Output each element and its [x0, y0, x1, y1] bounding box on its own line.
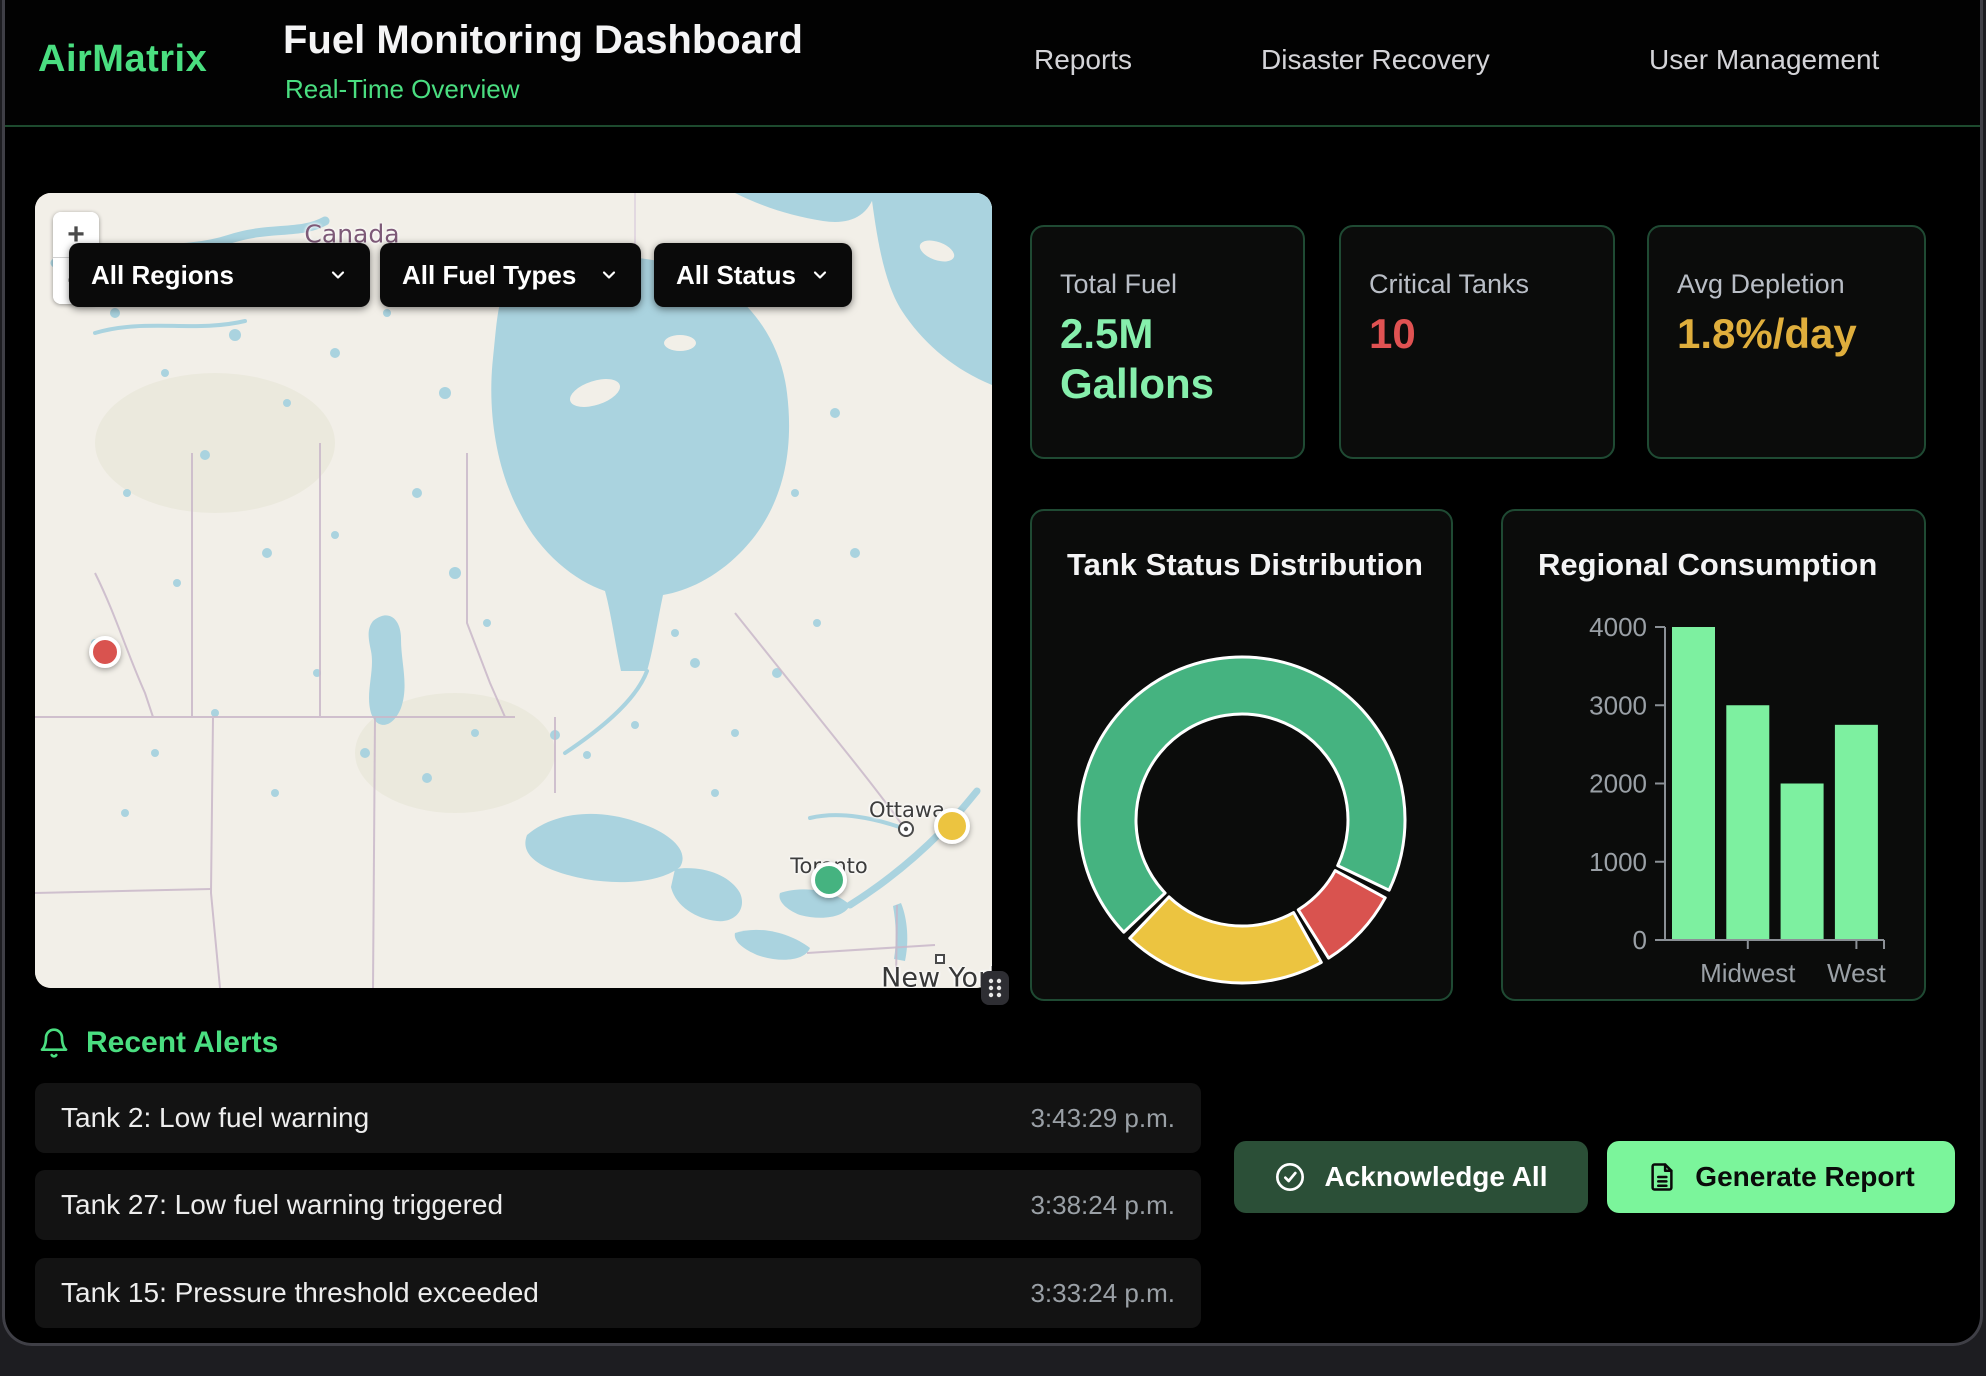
generate-report-button[interactable]: Generate Report — [1607, 1141, 1955, 1213]
page-title: Fuel Monitoring Dashboard — [283, 18, 803, 63]
kpi-card-critical-tanks: Critical Tanks 10 — [1339, 225, 1615, 459]
alert-message: Tank 27: Low fuel warning triggered — [61, 1189, 503, 1221]
donut-segment-warning — [1130, 897, 1322, 983]
map-label-new-york: New York — [881, 963, 992, 989]
tank-marker-warning[interactable] — [934, 808, 970, 844]
alert-row[interactable]: Tank 27: Low fuel warning triggered 3:38:… — [35, 1170, 1201, 1240]
page-subtitle: Real-Time Overview — [285, 74, 520, 105]
y-tick-label: 2000 — [1589, 769, 1647, 799]
kpi-value: 1.8%/​day — [1677, 309, 1887, 359]
y-tick-label: 3000 — [1589, 690, 1647, 720]
tank-marker-critical[interactable] — [89, 636, 121, 668]
acknowledge-all-label: Acknowledge All — [1324, 1161, 1547, 1193]
regional-consumption-bar-chart: 0 1000 2000 3000 4000 Midwest West — [1503, 511, 1928, 999]
app-header: AirMatrix Fuel Monitoring Dashboard Real… — [2, 0, 1983, 127]
bell-icon — [38, 1026, 70, 1060]
bar-West — [1835, 725, 1878, 940]
map-panel[interactable]: Canada OttawaTorontoNew York + − All Reg… — [35, 193, 992, 988]
kpi-value: 2.5M Gallons — [1060, 309, 1270, 408]
alerts-title: Recent Alerts — [86, 1026, 278, 1060]
kpi-value: 10 — [1369, 309, 1579, 359]
alert-message: Tank 15: Pressure threshold exceeded — [61, 1277, 539, 1309]
regional-consumption-card: Regional Consumption 01000200030004000Mi… — [1501, 509, 1926, 1001]
alert-timestamp: 3:43:29 p.m. — [1030, 1103, 1175, 1134]
filter-value: All Regions — [91, 260, 234, 291]
bar-region-3 — [1781, 784, 1824, 941]
tank-status-donut-chart — [1032, 571, 1455, 1003]
chevron-down-icon — [328, 265, 348, 285]
grip-dots-icon — [984, 974, 1006, 1002]
regions-filter-select[interactable]: All Regions — [69, 243, 370, 307]
kpi-card-avg-depletion: Avg Depletion 1.8%/​day — [1647, 225, 1926, 459]
x-tick-label: Midwest — [1700, 958, 1796, 988]
alert-row[interactable]: Tank 15: Pressure threshold exceeded 3:33… — [35, 1258, 1201, 1328]
check-circle-icon — [1274, 1161, 1306, 1193]
alert-timestamp: 3:38:24 p.m. — [1030, 1190, 1175, 1221]
bar-Midwest — [1726, 705, 1769, 940]
alert-message: Tank 2: Low fuel warning — [61, 1102, 369, 1134]
map-label-ottawa: Ottawa — [869, 798, 945, 822]
y-tick-label: 1000 — [1589, 847, 1647, 877]
generate-report-label: Generate Report — [1695, 1161, 1914, 1193]
y-tick-label: 0 — [1633, 925, 1647, 955]
bar-region-1 — [1672, 627, 1715, 940]
chevron-down-icon — [810, 265, 830, 285]
chevron-down-icon — [599, 265, 619, 285]
document-icon — [1647, 1161, 1677, 1193]
dashboard-root: AirMatrix Fuel Monitoring Dashboard Real… — [0, 0, 1986, 1376]
alert-row[interactable]: Tank 2: Low fuel warning 3:43:29 p.m. — [35, 1083, 1201, 1153]
kpi-card-total-fuel: Total Fuel 2.5M Gallons — [1030, 225, 1305, 459]
ottawa-town-icon — [899, 822, 913, 836]
nav-user-management[interactable]: User Management — [1649, 44, 1879, 76]
filter-value: All Fuel Types — [402, 260, 576, 291]
acknowledge-all-button[interactable]: Acknowledge All — [1234, 1141, 1588, 1213]
status-filter-select[interactable]: All Status — [654, 243, 852, 307]
tank-marker-normal[interactable] — [811, 862, 847, 898]
filter-value: All Status — [676, 260, 796, 291]
alerts-header: Recent Alerts — [38, 1026, 278, 1060]
kpi-label: Critical Tanks — [1369, 269, 1529, 300]
nav-disaster-recovery[interactable]: Disaster Recovery — [1261, 44, 1490, 76]
kpi-label: Total Fuel — [1060, 269, 1177, 300]
fuel-types-filter-select[interactable]: All Fuel Types — [380, 243, 641, 307]
alert-timestamp: 3:33:24 p.m. — [1030, 1278, 1175, 1309]
map-resize-handle[interactable] — [981, 971, 1009, 1005]
y-tick-label: 4000 — [1589, 612, 1647, 642]
x-tick-label: West — [1827, 958, 1887, 988]
brand-logo: AirMatrix — [38, 38, 207, 81]
tank-status-card: Tank Status Distribution — [1030, 509, 1453, 1001]
kpi-label: Avg Depletion — [1677, 269, 1845, 300]
nav-reports[interactable]: Reports — [1034, 44, 1132, 76]
